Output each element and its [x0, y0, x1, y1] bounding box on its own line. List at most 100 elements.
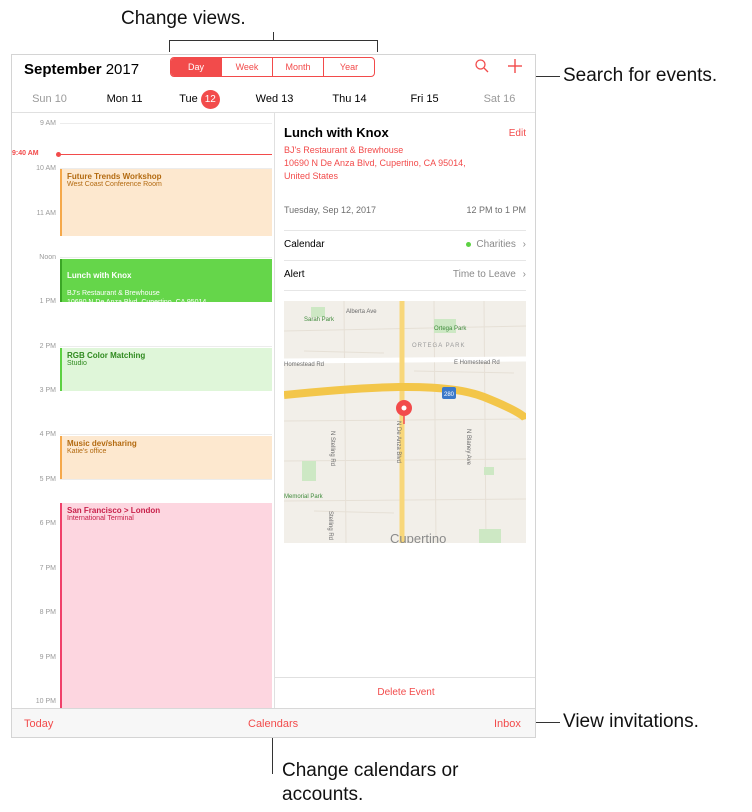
park-area	[302, 461, 316, 481]
hour-label: 10 AM	[36, 165, 56, 172]
hour-line	[60, 257, 272, 258]
hour-label: 10 PM	[35, 698, 56, 705]
map-label: Ortega Park	[434, 326, 467, 332]
event-subtitle: BJ's Restaurant & Brewhouse 10690 N De A…	[67, 290, 208, 302]
map-label: Alberta Ave	[346, 309, 377, 315]
map-label: Cupertino	[390, 531, 446, 543]
calendar-label: Calendar	[284, 239, 325, 250]
callout-search: Search for events.	[563, 65, 718, 86]
event-sf-london[interactable]: San Francisco > London International Ter…	[60, 503, 272, 708]
hour-label: 6 PM	[39, 520, 56, 527]
callout-invitations: View invitations.	[563, 711, 699, 732]
hour-label: 11 AM	[36, 210, 56, 217]
event-music-dev[interactable]: Music dev/sharing Katie's office	[60, 436, 272, 479]
event-title: San Francisco > London	[67, 506, 161, 515]
hour-label: 3 PM	[39, 387, 56, 394]
calendar-value: Charities ›	[466, 239, 526, 250]
today-button[interactable]: Today	[24, 718, 53, 730]
alert-value: Time to Leave ›	[453, 269, 526, 280]
hour-line	[60, 346, 272, 347]
alert-text: Time to Leave	[452, 269, 516, 280]
tab-bar: Today Calendars Inbox	[12, 708, 535, 737]
day-sun[interactable]: Sun 10	[12, 87, 87, 111]
callout-line-views-h	[169, 40, 378, 41]
alert-row[interactable]: Alert Time to Leave ›	[284, 269, 526, 280]
separator	[284, 230, 526, 231]
map-label: Homestead Rd	[284, 362, 324, 368]
calendar-row[interactable]: Calendar Charities ›	[284, 239, 526, 250]
tab-month[interactable]: Month	[272, 58, 323, 76]
map-drawing: 280 Sarah Park Alberta Ave Ortega Park O…	[284, 301, 526, 543]
map-label: Memorial Park	[284, 494, 324, 500]
hour-label: 7 PM	[39, 565, 56, 572]
hour-line	[60, 434, 272, 435]
day-mon[interactable]: Mon 11	[87, 87, 162, 111]
event-title: RGB Color Matching	[67, 351, 146, 360]
map-label: ORTEGA PARK	[412, 343, 465, 349]
detail-place: BJ's Restaurant & Brewhouse	[284, 145, 404, 155]
event-subtitle: International Terminal	[67, 515, 134, 522]
event-title: Future Trends Workshop	[67, 172, 162, 181]
month-label: September	[24, 61, 102, 78]
tab-week[interactable]: Week	[221, 58, 272, 76]
alert-label: Alert	[284, 269, 305, 280]
event-rgb-color[interactable]: RGB Color Matching Studio	[60, 348, 272, 391]
callout-line-views-l	[169, 40, 170, 52]
today-badge: 12	[200, 90, 220, 109]
map-label: Stelling Rd	[327, 511, 333, 540]
tab-year[interactable]: Year	[323, 58, 374, 76]
day-timeline[interactable]: 9 AM 9:40 AM 10 AM 11 AM Noon 1 PM 2 PM …	[12, 113, 274, 708]
callout-line-views-r	[377, 40, 378, 52]
interstate-number: 280	[444, 392, 455, 398]
event-lunch-knox[interactable]: Lunch with Knox BJ's Restaurant & Brewho…	[60, 259, 272, 302]
park-area	[484, 467, 494, 475]
detail-date: Tuesday, Sep 12, 2017	[284, 205, 377, 215]
detail-title: Lunch with Knox	[284, 125, 389, 140]
day-sat[interactable]: Sat 16	[462, 87, 535, 111]
day-tue-label: Tue	[179, 93, 198, 105]
hour-label: 8 PM	[39, 609, 56, 616]
park-area	[311, 307, 325, 317]
calendar-screen: September 2017 Day Week Month Year Sun 1…	[11, 54, 536, 738]
detail-location[interactable]: BJ's Restaurant & Brewhouse 10690 N De A…	[284, 144, 526, 183]
delete-event-button[interactable]: Delete Event	[275, 677, 535, 708]
calendar-color-dot	[466, 241, 472, 247]
chevron-right-icon: ›	[522, 269, 526, 280]
calendar-name: Charities	[476, 239, 516, 250]
callout-change-views: Change views.	[121, 8, 246, 29]
tab-day[interactable]: Day	[171, 58, 221, 76]
location-map[interactable]: 280 Sarah Park Alberta Ave Ortega Park O…	[284, 301, 526, 543]
search-icon[interactable]	[474, 58, 490, 79]
day-fri[interactable]: Fri 15	[387, 87, 462, 111]
hour-label: 9 AM	[40, 120, 56, 127]
detail-time: 12 PM to 1 PM	[466, 205, 526, 215]
map-label: N Blaney Ave	[465, 429, 471, 466]
event-subtitle: West Coast Conference Room	[67, 181, 162, 188]
event-title: Music dev/sharing	[67, 439, 137, 448]
edit-button[interactable]: Edit	[509, 128, 526, 139]
separator	[284, 260, 526, 261]
hour-label: 5 PM	[39, 476, 56, 483]
year-label: 2017	[105, 61, 140, 78]
page-title: September 2017	[24, 61, 139, 78]
park-area	[479, 529, 501, 543]
map-label: N Stelling Rd	[329, 431, 335, 466]
hour-label: 1 PM	[39, 298, 56, 305]
day-thu[interactable]: Thu 14	[312, 87, 387, 111]
week-strip: Sun 10 Mon 11 Tue 12 Wed 13 Thu 14 Fri 15…	[12, 87, 535, 111]
day-tue[interactable]: Tue 12	[162, 87, 237, 111]
hour-label: Noon	[39, 254, 56, 261]
event-subtitle: Studio	[67, 360, 87, 367]
hour-label: 9 PM	[39, 654, 56, 661]
calendars-button[interactable]: Calendars	[248, 718, 298, 730]
map-label: E Homestead Rd	[454, 360, 500, 366]
day-wed[interactable]: Wed 13	[237, 87, 312, 111]
callout-calendars-1: Change calendars or	[282, 760, 459, 781]
current-time-label: 9:40 AM	[12, 150, 39, 157]
view-switcher: Day Week Month Year	[170, 57, 375, 77]
pane-divider	[274, 113, 275, 708]
event-future-trends[interactable]: Future Trends Workshop West Coast Confer…	[60, 169, 272, 236]
detail-address-1: 10690 N De Anza Blvd, Cupertino, CA 9501…	[284, 158, 466, 168]
plus-icon[interactable]	[506, 57, 524, 80]
inbox-button[interactable]: Inbox	[494, 718, 521, 730]
